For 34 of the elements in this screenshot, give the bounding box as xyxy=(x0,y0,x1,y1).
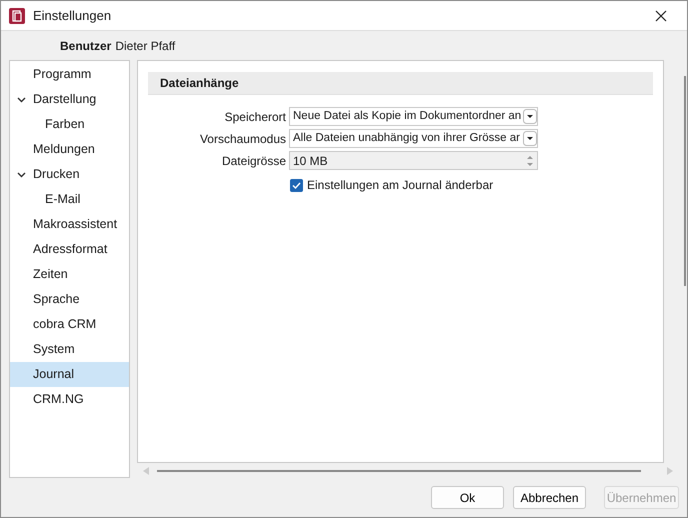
sidebar-item[interactable]: Zeiten xyxy=(10,262,129,287)
horizontal-scrollbar[interactable] xyxy=(157,470,641,472)
user-label: Benutzer xyxy=(60,38,112,54)
sidebar-item[interactable]: Programm xyxy=(10,62,129,87)
vertical-scrollbar[interactable] xyxy=(684,76,686,286)
checkbox-label: Einstellungen am Journal änderbar xyxy=(307,177,494,194)
chevron-down-icon[interactable] xyxy=(17,170,26,179)
dropdown[interactable]: Neue Datei als Kopie im Dokumentordner an xyxy=(289,107,538,126)
field-label: Speicherort xyxy=(224,108,287,126)
sidebar-item[interactable]: Journal xyxy=(10,362,129,387)
sidebar-item[interactable]: Sprache xyxy=(10,287,129,312)
checkbox[interactable] xyxy=(290,178,303,192)
dropdown[interactable]: Alle Dateien unabhängig von ihrer Grösse ar xyxy=(289,129,538,148)
sidebar-item[interactable]: CRM.NG xyxy=(10,387,129,412)
sidebar-item[interactable]: Makroassistent xyxy=(10,212,129,237)
window-title: Einstellungen xyxy=(33,6,112,25)
sidebar-item[interactable]: Adressformat xyxy=(10,237,129,262)
field-label: Dateigrösse xyxy=(220,152,287,170)
sidebar-item[interactable]: Drucken xyxy=(10,162,129,187)
sidebar-item[interactable]: cobra CRM xyxy=(10,312,129,337)
dialog-button[interactable]: Ok xyxy=(431,486,504,509)
app-icon xyxy=(9,8,25,24)
user-name: Dieter Pfaff xyxy=(115,38,176,54)
spinner-field[interactable]: 10 MB xyxy=(289,151,538,170)
chevron-down-icon[interactable] xyxy=(17,95,26,104)
field-label: Vorschaumodus xyxy=(198,130,287,148)
sidebar-item[interactable]: System xyxy=(10,337,129,362)
sidebar-item[interactable]: Darstellung xyxy=(10,87,129,112)
dialog-button[interactable]: Abbrechen xyxy=(513,486,586,509)
sidebar-item[interactable]: Farben xyxy=(10,112,129,137)
sidebar-item[interactable]: E-Mail xyxy=(10,187,129,212)
sidebar-item[interactable]: Meldungen xyxy=(10,137,129,162)
close-icon[interactable] xyxy=(655,10,667,22)
section-header: Dateianhänge xyxy=(148,72,653,95)
